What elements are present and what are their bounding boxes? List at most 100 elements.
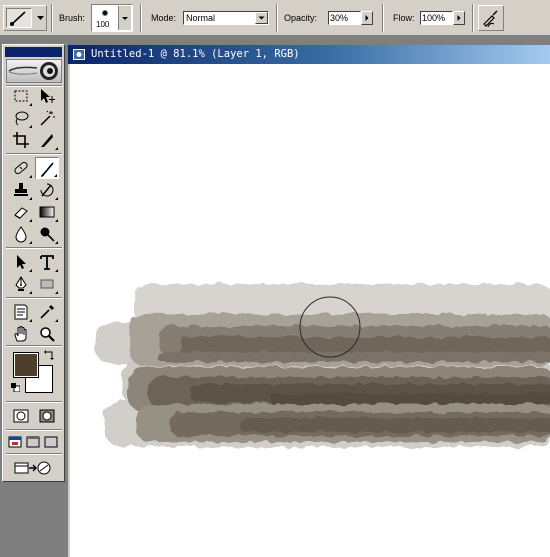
marquee-icon [14,90,28,102]
hand-tool[interactable] [9,323,33,345]
crop-tool[interactable] [9,129,33,151]
chevron-down-icon [37,16,44,20]
crop-icon [13,132,29,148]
separator [382,4,384,32]
chevron-right-icon [457,15,461,21]
marquee-tool[interactable] [9,85,33,107]
quick-mask-icon [39,409,55,423]
pen-tool[interactable] [9,273,33,295]
divider [6,247,62,249]
jump-to-imageready-button[interactable] [9,457,57,479]
flow-label: Flow: [393,13,415,23]
standard-mode-icon [13,409,29,423]
screen-mode-icon [26,436,40,448]
brush-tip-icon [102,10,108,16]
foreground-color-swatch[interactable] [13,352,39,378]
move-icon [41,89,55,103]
airbrush-button[interactable] [478,5,504,31]
separator [140,4,142,32]
mode-label: Mode: [151,13,177,23]
chevron-right-icon [365,15,369,21]
brush-label: Brush: [59,13,86,23]
type-icon [40,255,54,270]
canvas[interactable] [70,64,550,557]
toolbox [2,44,65,482]
flow-field[interactable]: 100% [420,11,453,25]
gradient-icon [39,206,55,218]
quick-mask-button[interactable] [35,405,59,427]
type-tool[interactable] [35,251,59,273]
path-select-icon [17,255,26,269]
toolbox-titlebar[interactable] [5,47,62,57]
hand-icon [14,326,27,342]
standard-mode-button[interactable] [9,405,33,427]
slice-tool[interactable] [35,129,59,151]
rectangle-shape-icon [40,279,54,289]
opacity-slider-button[interactable] [361,11,373,25]
gradient-tool[interactable] [35,201,59,223]
full-screen-menu-button[interactable] [24,431,42,453]
lasso-icon [15,111,29,126]
separator [51,4,53,32]
brush-stroke-group [94,284,550,447]
notes-tool[interactable] [9,301,33,323]
magic-wand-icon [40,110,55,126]
divider [6,345,62,347]
brush-tool-icon [6,8,32,28]
mode-value: Normal [186,13,216,23]
swap-colors-icon[interactable] [43,349,55,361]
eraser-tool[interactable] [9,201,33,223]
pen-icon [15,276,27,291]
document-title: Untitled-1 @ 81.1% (Layer 1, RGB) [91,48,300,60]
slice-icon [41,134,53,147]
divider [6,297,62,299]
magic-wand-tool[interactable] [35,107,59,129]
photoshop-logo[interactable] [6,59,62,83]
separator [276,4,278,32]
eyedropper-icon [40,305,54,319]
clone-stamp-tool[interactable] [9,179,33,201]
dodge-tool[interactable] [35,223,59,245]
divider [6,153,62,155]
screen-mode-icon [8,436,22,448]
flow-value: 100% [422,13,446,23]
mode-select[interactable]: Normal [183,11,269,25]
brush-tool[interactable] [35,157,59,179]
notes-icon [14,304,28,320]
lasso-tool[interactable] [9,107,33,129]
opacity-field[interactable]: 30% [328,11,361,25]
move-tool[interactable] [35,85,59,107]
blur-tool[interactable] [9,223,33,245]
standard-screen-mode-button[interactable] [6,431,24,453]
eraser-icon [14,207,28,219]
flow-slider-button[interactable] [453,11,465,25]
tool-preset-picker[interactable] [3,5,47,31]
rectangle-tool[interactable] [35,273,59,295]
magnifier-icon [40,327,55,342]
jump-to-icon [14,461,51,475]
document-titlebar[interactable]: Untitled-1 @ 81.1% (Layer 1, RGB) [68,45,550,64]
stamp-icon [14,183,28,196]
document-window: Untitled-1 @ 81.1% (Layer 1, RGB) [68,45,550,557]
photoshop-document-icon [72,48,86,61]
bandage-icon [14,161,28,175]
screen-mode-icon [44,436,58,448]
dodge-icon [40,227,55,242]
divider [6,453,62,455]
path-selection-tool[interactable] [9,251,33,273]
eyedropper-tool[interactable] [35,301,59,323]
zoom-tool[interactable] [35,323,59,345]
chevron-down-icon [258,16,265,20]
chevron-down-icon [122,17,128,20]
divider [6,401,62,403]
mode-dropdown-button[interactable] [255,12,268,24]
brush-size: 100 [96,20,110,29]
brush-picker[interactable]: 100 [91,4,133,32]
eye-icon [8,62,58,80]
history-brush-tool[interactable] [35,179,59,201]
full-screen-button[interactable] [42,431,60,453]
healing-brush-tool[interactable] [9,157,33,179]
brush-dropdown-button[interactable] [118,6,131,30]
default-colors-icon[interactable] [11,383,20,392]
airbrush-icon [483,10,498,28]
